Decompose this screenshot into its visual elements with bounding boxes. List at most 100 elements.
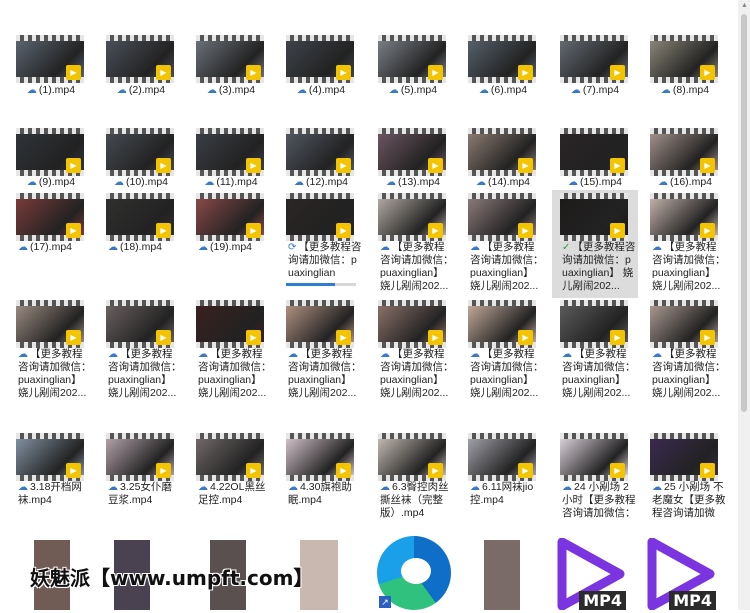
video-thumbnail: ▶ [286, 35, 354, 83]
file-name: ☁ 【更多教程咨询请加微信：puaxinglian】 娆儿剐闹202... [10, 348, 92, 400]
file-name-text: 【更多教程咨询请加微信：puaxinglian】 娆儿剐闹202... [470, 348, 544, 399]
video-thumbnail: ▶ [16, 193, 84, 241]
file-name: ☁25 小剐场 不老魔女【更多教程咨询请加微信：pua... [644, 481, 726, 520]
mp4-icon[interactable]: MP4 [556, 537, 628, 611]
cloud-status-icon: ☁ [288, 349, 298, 360]
file-item[interactable]: ▶ ☁ 【更多教程咨询请加微信：puaxinglian】 娆儿剐闹202... [370, 297, 456, 405]
file-item[interactable]: ▶ ⟳ 【更多教程咨询请加微信：puaxinglian [278, 190, 364, 298]
scroll-up-icon[interactable]: ▲ [741, 2, 748, 9]
file-item[interactable]: ▶ ☁ (19).mp4 [188, 190, 274, 298]
video-thumbnail[interactable] [484, 540, 520, 610]
file-name-text: (10).mp4 [125, 176, 168, 188]
file-name-text: (2).mp4 [128, 84, 166, 96]
file-item[interactable]: ▶ ☁ (1).mp4 [8, 32, 94, 102]
file-item[interactable]: ▶ ☁ (18).mp4 [98, 190, 184, 298]
video-thumbnail: ▶ [106, 300, 174, 348]
mp4-icon[interactable]: MP4 [646, 537, 718, 611]
file-item[interactable]: ▶ ☁24 小剐场 2小时【更多教程咨询请加微信：puaxin... [552, 430, 638, 525]
file-item[interactable]: ▶ ☁ (2).mp4 [98, 32, 184, 102]
file-name-text: (18).mp4 [120, 241, 163, 253]
video-thumbnail: ▶ [468, 35, 536, 83]
file-item[interactable]: ▶ ☁ (10).mp4 [98, 125, 184, 194]
file-item[interactable]: ▶ ☁ 4.22OL黑丝足控.mp4 [188, 430, 274, 525]
cloud-status-icon: ☁ [206, 85, 217, 96]
synced-status-icon: ✓ [562, 242, 571, 253]
cloud-status-icon: ☁ [380, 242, 390, 253]
player-badge-icon: ▶ [428, 223, 443, 238]
file-item[interactable]: ▶ ☁ 【更多教程咨询请加微信：puaxinglian】 娆儿剐闹202... [278, 297, 364, 405]
player-badge-icon: ▶ [610, 158, 625, 173]
file-item[interactable]: ▶ ☁ 【更多教程咨询请加微信：puaxinglian】 娆儿剐闹202... [460, 190, 546, 298]
file-item[interactable]: ▶ ☁ (7).mp4 [552, 32, 638, 102]
video-thumbnail: ▶ [560, 300, 628, 348]
file-item[interactable]: ▶ ☁ (13).mp4 [370, 125, 456, 194]
file-item[interactable]: ▶ ☁ (9).mp4 [8, 125, 94, 194]
file-item[interactable]: ▶ ☁ 【更多教程咨询请加微信：puaxinglian】 娆儿剐闹202... [370, 190, 456, 298]
video-thumbnail: ▶ [106, 128, 174, 176]
file-name-text: 【更多教程咨询请加微信：puaxinglian】 娆儿剐闹202... [380, 348, 454, 399]
file-item[interactable]: ▶ ☁ 【更多教程咨询请加微信：puaxinglian】 娆儿剐闹202... [460, 297, 546, 405]
file-item[interactable]: ▶ ☁ 4.30旗袍助眠.mp4 [278, 430, 364, 525]
file-item[interactable]: ▶ ☁ (16).mp4 [642, 125, 728, 194]
file-item[interactable]: ▶ ☁ 【更多教程咨询请加微信：puaxinglian】 娆儿剐闹202... [642, 297, 728, 405]
file-item[interactable]: ▶ ☁ (12).mp4 [278, 125, 364, 194]
player-badge-icon: ▶ [156, 463, 171, 478]
file-item[interactable]: ▶ ☁ (8).mp4 [642, 32, 728, 102]
file-name-text: (4).mp4 [308, 84, 346, 96]
file-item[interactable]: ▶ ☁ (3).mp4 [188, 32, 274, 102]
player-badge-icon: ▶ [336, 463, 351, 478]
file-name-text: 【更多教程咨询请加微信：puaxinglian】 娆儿剐闹202... [198, 348, 272, 399]
file-item[interactable]: ▶ ☁ 3.25女仆磨豆浆.mp4 [98, 430, 184, 525]
edge-icon[interactable]: ↗ [377, 536, 451, 610]
file-item[interactable]: ▶ ☁ 【更多教程咨询请加微信：puaxinglian】 娆儿剐闹202... [188, 297, 274, 405]
player-badge-icon: ▶ [518, 158, 533, 173]
file-item[interactable]: ▶ ☁ 【更多教程咨询请加微信：puaxinglian】 娆儿剐闹202... [98, 297, 184, 405]
file-name-text: (7).mp4 [582, 84, 620, 96]
file-item[interactable]: ▶ ☁ (14).mp4 [460, 125, 546, 194]
file-name-text: (3).mp4 [218, 84, 256, 96]
file-item[interactable]: ▶ ☁ (17).mp4 [8, 190, 94, 298]
cloud-status-icon: ☁ [198, 349, 208, 360]
file-item[interactable]: ▶ ☁ (15).mp4 [552, 125, 638, 194]
file-item[interactable]: ▶ ☁ 【更多教程咨询请加微信：puaxinglian】 娆儿剐闹202... [552, 297, 638, 405]
file-name: ☁24 小剐场 2小时【更多教程咨询请加微信：puaxin... [554, 481, 636, 520]
player-badge-icon: ▶ [66, 223, 81, 238]
file-name: ⟳ 【更多教程咨询请加微信：puaxinglian [280, 241, 362, 280]
file-item[interactable]: ▶ ☁ 3.18开档网袜.mp4 [8, 430, 94, 525]
cloud-status-icon: ☁ [652, 349, 662, 360]
video-thumbnail: ▶ [106, 433, 174, 481]
file-name-text: (11).mp4 [216, 176, 258, 188]
scrollbar-thumb[interactable] [741, 14, 747, 412]
video-thumbnail: ▶ [16, 433, 84, 481]
cloud-status-icon: ☁ [296, 85, 307, 96]
file-name: ☁ (1).mp4 [10, 84, 92, 97]
file-name-text: (6).mp4 [490, 84, 528, 96]
file-grid: ▶ ☁ (1).mp4 ▶ ☁ (2).mp4 ▶ ☁ (3).mp4 ▶ ☁ (4).mp4 ▶ ☁ (5… [0, 0, 738, 610]
vertical-scrollbar[interactable]: ▲ [738, 0, 750, 610]
syncing-status-icon: ⟳ [288, 242, 297, 253]
player-badge-icon: ▶ [700, 223, 715, 238]
file-item[interactable]: ▶ ☁ 【更多教程咨询请加微信：puaxinglian】 娆儿剐闹202... [642, 190, 728, 298]
file-name-text: 【更多教程咨询请加微信：puaxinglian】 娆儿剐闹202... [470, 241, 544, 292]
cloud-status-icon: ☁ [470, 242, 480, 253]
file-name-text: 25 小剐场 不老魔女【更多教程咨询请加微信：pua... [652, 481, 726, 519]
player-badge-icon: ▶ [246, 65, 261, 80]
file-item[interactable]: ▶ ☁ (4).mp4 [278, 32, 364, 102]
file-item[interactable]: ▶ ☁ 6.3臀控肉丝撕丝袜（完整版）.mp4 [370, 430, 456, 525]
player-badge-icon: ▶ [518, 223, 533, 238]
video-thumbnail: ▶ [196, 128, 264, 176]
cloud-status-icon: ☁ [26, 85, 37, 96]
file-name: ☁ 【更多教程咨询请加微信：puaxinglian】 娆儿剐闹202... [372, 348, 454, 400]
player-badge-icon: ▶ [518, 330, 533, 345]
file-item[interactable]: ▶ ☁ (5).mp4 [370, 32, 456, 102]
video-thumbnail: ▶ [650, 128, 718, 176]
file-item[interactable]: ▶ ☁ 【更多教程咨询请加微信：puaxinglian】 娆儿剐闹202... [8, 297, 94, 405]
file-item[interactable]: ▶ ☁25 小剐场 不老魔女【更多教程咨询请加微信：pua... [642, 430, 728, 525]
file-item[interactable]: ▶ ☁ (6).mp4 [460, 32, 546, 102]
video-thumbnail: ▶ [106, 193, 174, 241]
file-item[interactable]: ▶ ☁ 6.11网袜jio控.mp4 [460, 430, 546, 525]
file-item[interactable]: ▶ ☁ (11).mp4 [188, 125, 274, 194]
file-name-text: 【更多教程咨询请加微信：puaxinglian】 娆儿剐闹202... [18, 348, 92, 399]
player-badge-icon: ▶ [156, 223, 171, 238]
file-item[interactable]: ▶ ✓ 【更多教程咨询请加微信：puaxinglian】 娆儿剐闹202... [552, 190, 638, 298]
